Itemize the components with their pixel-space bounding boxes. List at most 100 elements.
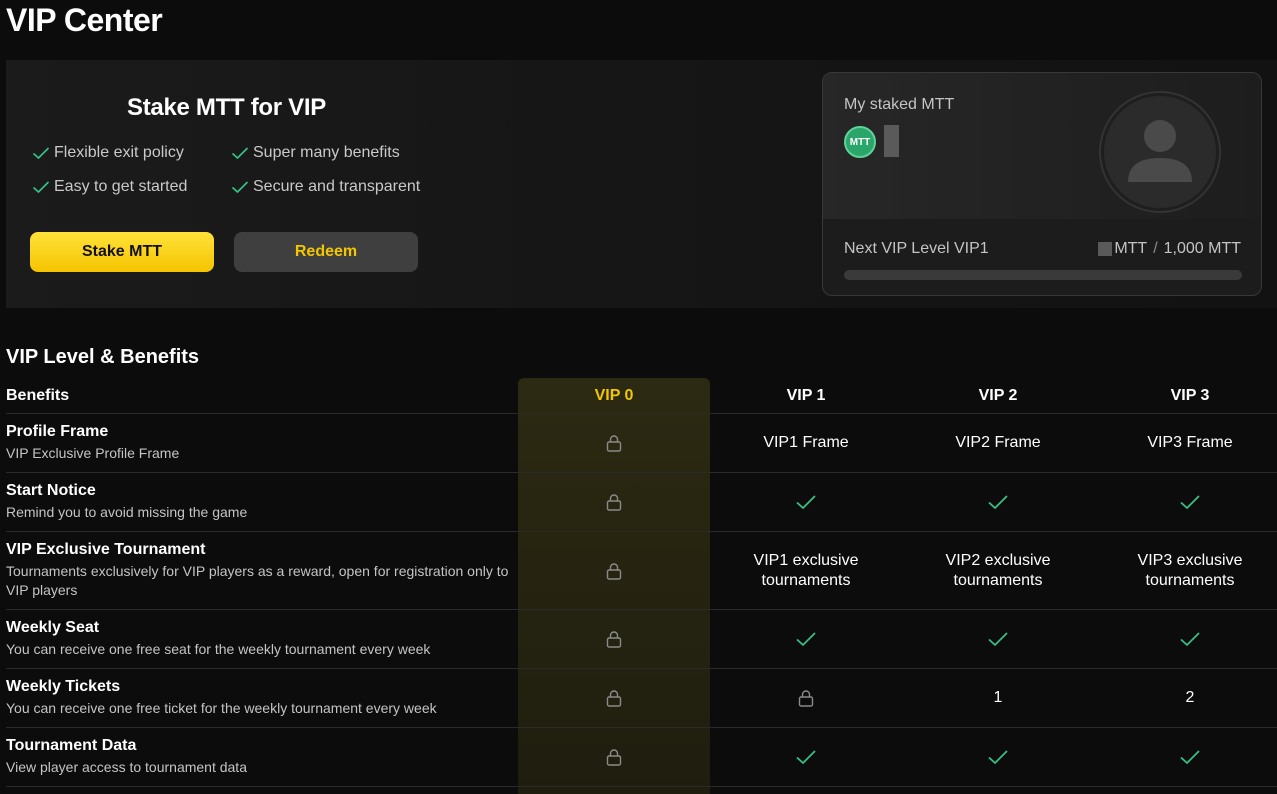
- stake-mtt-button[interactable]: Stake MTT: [30, 232, 214, 272]
- benefit-info: Start Notice Remind you to avoid missing …: [6, 482, 516, 522]
- benefit-info: Weekly Tickets You can receive one free t…: [6, 678, 516, 718]
- table-header-row: Benefits VIP 0 VIP 1 VIP 2 VIP 3: [6, 378, 1277, 414]
- tier-cell: VIP2 Frame: [902, 414, 1094, 472]
- check-icon: [795, 631, 817, 647]
- feature-label: Super many benefits: [253, 144, 400, 161]
- tier-cell: [518, 610, 710, 668]
- tier-cell: VIP1 exclusive tournaments: [710, 532, 902, 609]
- target-amount: 1,000 MTT: [1163, 240, 1241, 257]
- table-row: Profile Frame VIP Exclusive Profile Frame…: [6, 414, 1277, 473]
- benefit-description: VIP Exclusive Profile Frame: [6, 445, 180, 461]
- benefit-name: Start Notice: [6, 482, 96, 499]
- table-row: Weekly Tickets You can receive one free t…: [6, 669, 1277, 728]
- tier-cell: [518, 728, 710, 786]
- current-unit: MTT: [1114, 240, 1148, 257]
- table-row: Tournament Data View player access to tou…: [6, 728, 1277, 787]
- tier-value: VIP1 Frame: [763, 434, 849, 451]
- tier-cell: 1: [902, 669, 1094, 727]
- lock-icon: [604, 688, 624, 708]
- check-icon: [32, 180, 50, 194]
- benefit-info: Weekly Seat You can receive one free seat…: [6, 619, 516, 659]
- lock-icon: [604, 492, 624, 512]
- stake-title: Stake MTT for VIP: [127, 94, 326, 121]
- lock-icon: [604, 433, 624, 453]
- tier-value: VIP2 exclusive tournaments: [945, 551, 1051, 589]
- benefit-info: VIP Exclusive Tournament Tournaments excl…: [6, 541, 516, 600]
- check-icon: [231, 146, 249, 160]
- staked-mtt-card: My staked MTT MTT Next VIP Level VIP1 MT…: [822, 72, 1262, 296]
- staked-amount-masked: [884, 125, 899, 157]
- check-icon: [1179, 631, 1201, 647]
- benefit-name: Weekly Seat: [6, 619, 100, 636]
- tier-cell: VIP1 Frame: [710, 414, 902, 472]
- tier-cell: [518, 414, 710, 472]
- benefit-info: Tournament Data View player access to tou…: [6, 737, 516, 777]
- tier-value: 1: [993, 689, 1003, 706]
- check-icon: [987, 494, 1009, 510]
- check-icon: [795, 749, 817, 765]
- benefit-description: Remind you to avoid missing the game: [6, 504, 248, 520]
- check-icon: [987, 631, 1009, 647]
- benefit-description: You can receive one free seat for the we…: [6, 641, 431, 657]
- benefit-name: Profile Frame: [6, 423, 109, 440]
- tier-header-vip0: VIP 0: [594, 386, 634, 404]
- tier-cell: [518, 532, 710, 609]
- tier-header-vip2: VIP 2: [978, 386, 1018, 404]
- tier-cell: [1094, 473, 1277, 531]
- feature-item: Flexible exit policy: [32, 144, 184, 162]
- feature-label: Easy to get started: [54, 178, 188, 195]
- staked-mtt-label: My staked MTT: [844, 96, 955, 113]
- benefits-table: Benefits VIP 0 VIP 1 VIP 2 VIP 3 Profile…: [6, 378, 1277, 787]
- table-row: Weekly Seat You can receive one free seat…: [6, 610, 1277, 669]
- tier-header-vip3: VIP 3: [1170, 386, 1210, 404]
- tier-value: VIP3 Frame: [1147, 434, 1233, 451]
- tier-value: 2: [1185, 689, 1195, 706]
- benefit-name: VIP Exclusive Tournament: [6, 541, 206, 558]
- tier-cell: [902, 728, 1094, 786]
- tier-cell: [710, 669, 902, 727]
- next-vip-level: Next VIP Level VIP1: [844, 240, 989, 257]
- avatar[interactable]: [1101, 93, 1219, 211]
- benefits-header-label: Benefits: [6, 386, 70, 404]
- vip-progress-bar: [844, 270, 1242, 280]
- benefit-info: Profile Frame VIP Exclusive Profile Frame: [6, 423, 516, 463]
- user-icon: [1128, 120, 1192, 182]
- tier-cell: 2: [1094, 669, 1277, 727]
- check-icon: [1179, 494, 1201, 510]
- tier-cell: [902, 610, 1094, 668]
- amount-separator: /: [1153, 240, 1158, 257]
- benefit-name: Tournament Data: [6, 737, 137, 754]
- tier-cell: [518, 473, 710, 531]
- tier-cell: [710, 728, 902, 786]
- tier-header-vip1: VIP 1: [786, 386, 826, 404]
- tier-cell: [710, 610, 902, 668]
- lock-icon: [604, 747, 624, 767]
- lock-icon: [796, 688, 816, 708]
- lock-icon: [604, 629, 624, 649]
- check-icon: [1179, 749, 1201, 765]
- tier-cell: VIP3 exclusive tournaments: [1094, 532, 1277, 609]
- tier-cell: [710, 473, 902, 531]
- tier-cell: VIP2 exclusive tournaments: [902, 532, 1094, 609]
- feature-item: Secure and transparent: [231, 178, 420, 196]
- tier-cell: VIP3 Frame: [1094, 414, 1277, 472]
- benefit-description: View player access to tournament data: [6, 759, 247, 775]
- redeem-button[interactable]: Redeem: [234, 232, 418, 272]
- feature-label: Secure and transparent: [253, 178, 421, 195]
- lock-icon: [604, 561, 624, 581]
- vip-progress-amount: MTT / 1,000 MTT: [1098, 240, 1241, 258]
- tier-cell: [1094, 728, 1277, 786]
- tier-cell: [518, 669, 710, 727]
- check-icon: [32, 146, 50, 160]
- table-row: Start Notice Remind you to avoid missing …: [6, 473, 1277, 532]
- benefit-description: You can receive one free ticket for the …: [6, 700, 437, 716]
- tier-value: VIP3 exclusive tournaments: [1137, 551, 1243, 589]
- tier-cell: [902, 473, 1094, 531]
- tier-value: VIP2 Frame: [955, 434, 1041, 451]
- check-icon: [231, 180, 249, 194]
- tier-cell: [1094, 610, 1277, 668]
- mtt-token-icon: MTT: [844, 126, 876, 158]
- benefits-section-title: VIP Level & Benefits: [6, 346, 200, 368]
- page-title: VIP Center: [6, 2, 163, 38]
- check-icon: [795, 494, 817, 510]
